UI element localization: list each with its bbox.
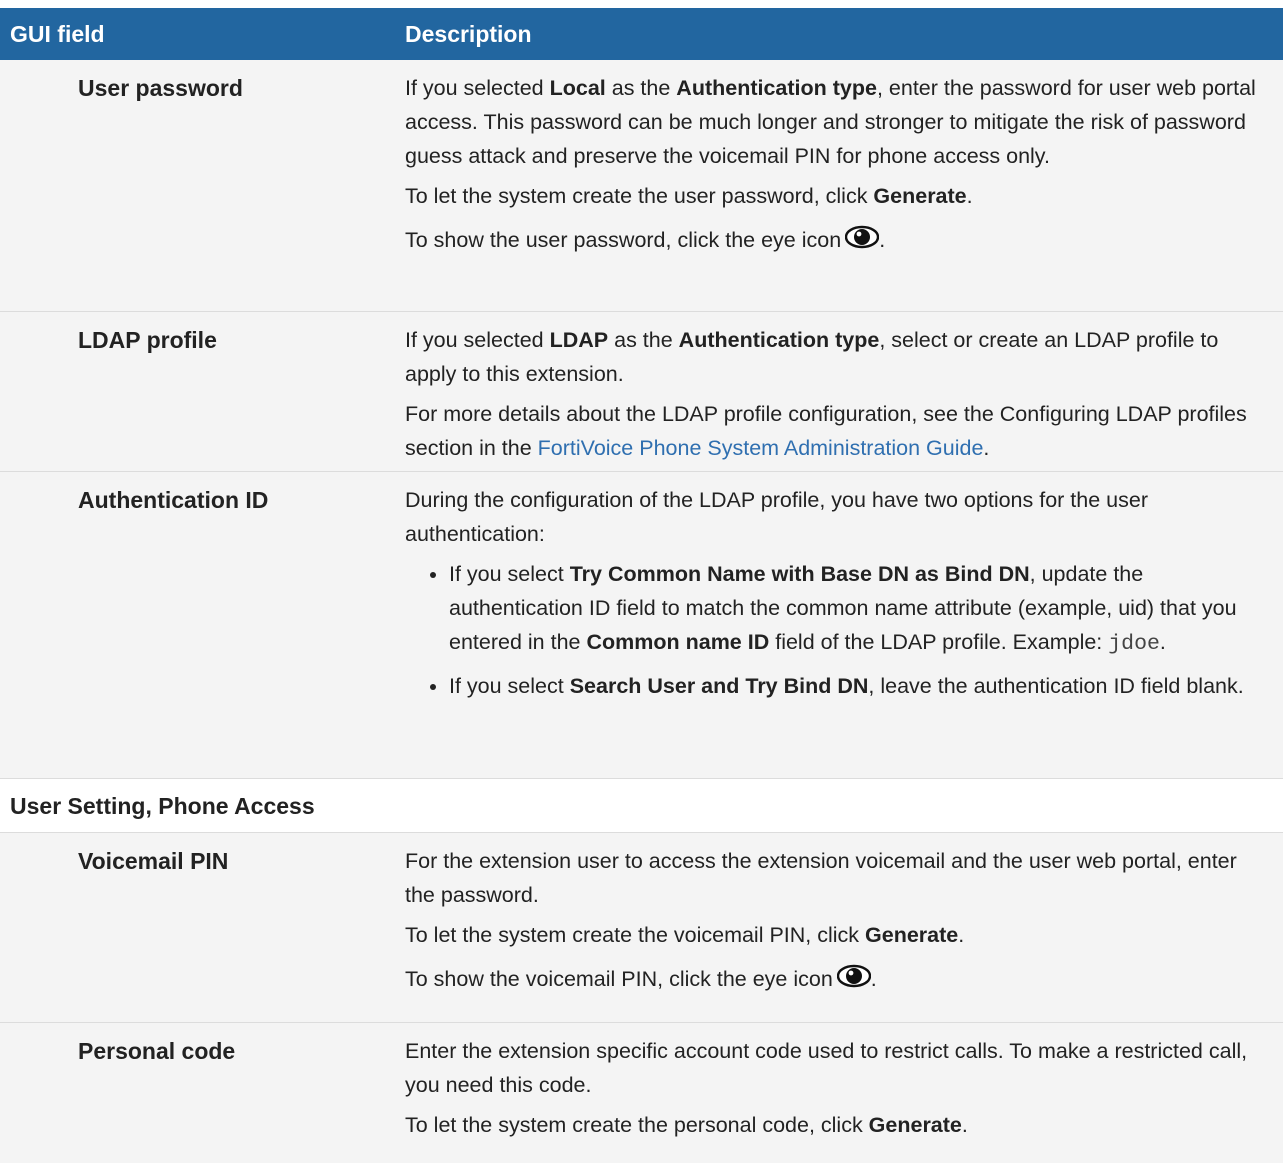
description-paragraph: To show the user password, click the eye…	[405, 223, 1263, 257]
header-gui-field: GUI field	[10, 20, 105, 47]
description-paragraph: If you selected LDAP as the Authenticati…	[405, 323, 1263, 391]
header-description: Description	[405, 20, 532, 47]
ui-term: Try Common Name with Base DN as Bind DN	[569, 562, 1030, 586]
text: .	[966, 184, 973, 208]
description-paragraph: For more details about the LDAP profile …	[405, 397, 1263, 465]
table-row-authentication-id: Authentication ID During the configurati…	[0, 472, 1283, 779]
text: .	[983, 436, 990, 460]
text: If you select	[449, 562, 570, 586]
section-title: User Setting, Phone Access	[10, 793, 315, 819]
field-description: During the configuration of the LDAP pro…	[390, 472, 1283, 778]
text: .	[879, 228, 886, 252]
text: .	[870, 967, 877, 991]
table-header: GUI field Description	[0, 8, 1283, 60]
text: , leave the authentication ID field blan…	[868, 674, 1244, 698]
table-row-ldap-profile: LDAP profile If you selected LDAP as the…	[0, 312, 1283, 472]
field-name: LDAP profile	[78, 327, 217, 353]
text: .	[958, 923, 965, 947]
field-name: User password	[78, 75, 243, 101]
table-row-voicemail-pin: Voicemail PIN For the extension user to …	[0, 833, 1283, 1023]
field-name: Voicemail PIN	[78, 848, 229, 874]
description-paragraph: To let the system create the user passwo…	[405, 179, 1263, 213]
field-name: Authentication ID	[78, 487, 269, 513]
ui-term: Generate	[868, 1113, 962, 1137]
ui-term: Generate	[873, 184, 967, 208]
description-paragraph: To let the system create the personal co…	[405, 1108, 1263, 1142]
description-paragraph: During the configuration of the LDAP pro…	[405, 488, 1148, 546]
table-row-user-password: User password If you selected Local as t…	[0, 60, 1283, 312]
ui-term: Local	[549, 76, 606, 100]
field-description: If you selected LDAP as the Authenticati…	[390, 312, 1283, 471]
code-example: jdoe	[1108, 632, 1160, 656]
ui-term: Common name ID	[586, 630, 770, 654]
field-name: Personal code	[78, 1038, 236, 1064]
description-paragraph: If you selected Local as the Authenticat…	[405, 71, 1263, 173]
description-paragraph: To show the voicemail PIN, click the eye…	[405, 962, 1263, 996]
list-item: If you select Try Common Name with Base …	[449, 557, 1263, 661]
ui-term: Authentication type	[676, 76, 877, 100]
description-paragraph: For the extension user to access the ext…	[405, 849, 1237, 907]
text: If you selected	[405, 76, 550, 100]
table-row-personal-code: Personal code Enter the extension specif…	[0, 1023, 1283, 1163]
text: as the	[608, 328, 679, 352]
ui-term: Generate	[865, 923, 959, 947]
field-description: If you selected Local as the Authenticat…	[390, 60, 1283, 311]
text: To show the user password, click the eye…	[405, 228, 842, 252]
eye-icon	[836, 964, 871, 988]
text: To show the voicemail PIN, click the eye…	[405, 967, 833, 991]
text: To let the system create the voicemail P…	[405, 923, 866, 947]
text: To let the system create the personal co…	[405, 1113, 869, 1137]
text: as the	[605, 76, 677, 100]
text: If you select	[449, 674, 570, 698]
field-description: Enter the extension specific account cod…	[390, 1023, 1283, 1163]
option-list: If you select Try Common Name with Base …	[405, 557, 1263, 703]
text: .	[961, 1113, 968, 1137]
ui-term: Search User and Try Bind DN	[569, 674, 869, 698]
text: field of the LDAP profile. Example:	[769, 630, 1109, 654]
list-item: If you select Search User and Try Bind D…	[449, 669, 1263, 703]
ui-term: LDAP	[549, 328, 609, 352]
text: To let the system create the user passwo…	[405, 184, 874, 208]
description-paragraph: Enter the extension specific account cod…	[405, 1039, 1248, 1097]
gui-field-table: GUI field Description User password If y…	[0, 8, 1283, 1163]
admin-guide-link[interactable]: FortiVoice Phone System Administration G…	[538, 436, 984, 460]
eye-icon	[845, 225, 880, 249]
description-paragraph: To let the system create the voicemail P…	[405, 918, 1263, 952]
ui-term: Authentication type	[678, 328, 880, 352]
text: .	[1159, 630, 1166, 654]
section-header: User Setting, Phone Access	[0, 779, 1283, 833]
text: If you selected	[405, 328, 550, 352]
field-description: For the extension user to access the ext…	[390, 833, 1283, 1022]
